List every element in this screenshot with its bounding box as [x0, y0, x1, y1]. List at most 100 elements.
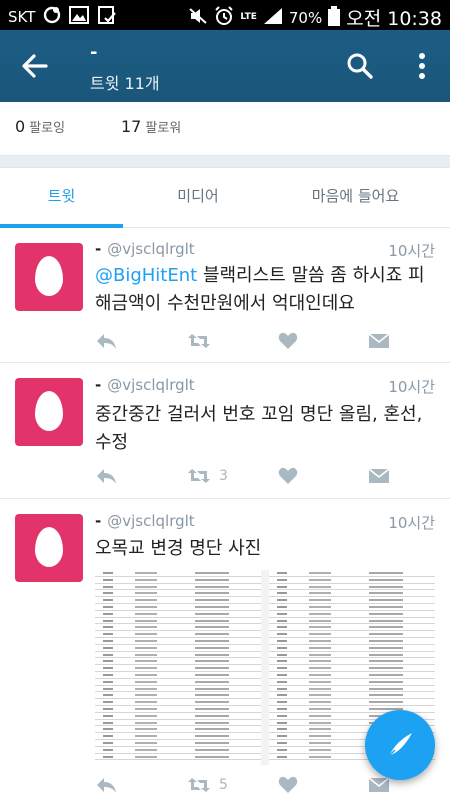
photo-row [269, 665, 435, 672]
display-name: - [95, 512, 102, 530]
handle: @vjsclqlrglt [107, 240, 195, 258]
handle: @vjsclqlrglt [107, 376, 195, 394]
tweet-item[interactable]: - @vjsclqlrglt 10시간 중간중간 걸러서 번호 꼬임 명단 올림,… [0, 363, 450, 499]
followers-value: 17 [121, 117, 142, 136]
lte-label: LTE [240, 12, 257, 22]
tweet-count: 트윗 11개 [90, 74, 160, 93]
photo-row [269, 686, 435, 693]
egg-avatar-icon [35, 256, 63, 296]
battery-icon [328, 5, 341, 30]
gallery-icon [69, 6, 90, 28]
retweet-icon [188, 334, 210, 348]
like-button[interactable] [278, 330, 306, 352]
photo-row [95, 686, 261, 693]
heart-icon [278, 332, 298, 349]
photo-row [269, 584, 435, 591]
photo-row [95, 584, 261, 591]
carrier-label: SKT [8, 8, 36, 26]
photo-row [95, 597, 261, 604]
photo-row [95, 577, 261, 584]
clock: 오전 10:38 [346, 8, 442, 30]
tab-media[interactable]: 미디어 [123, 168, 273, 228]
profile-tabs: 트윗 미디어 마음에 들어요 [0, 168, 450, 228]
retweet-button[interactable]: 5 [187, 774, 228, 796]
tab-tweets[interactable]: 트윗 [0, 168, 123, 228]
app-bar: - 트윗 11개 [0, 30, 450, 102]
photo-row [269, 631, 435, 638]
direct-message-icon[interactable] [368, 465, 390, 487]
retweet-count: 5 [219, 777, 228, 793]
egg-avatar-icon [35, 391, 63, 431]
like-button[interactable] [278, 774, 306, 796]
heart-icon [278, 776, 298, 793]
section-divider [0, 156, 450, 168]
back-arrow-icon[interactable] [20, 52, 50, 80]
photo-row [95, 570, 261, 577]
tweet-text: 오목교 변경 명단 사진 [95, 535, 440, 563]
photo-row [95, 611, 261, 618]
photo-row [269, 611, 435, 618]
photo-row [269, 638, 435, 645]
photo-row [95, 733, 261, 740]
photo-row [95, 672, 261, 679]
search-icon[interactable] [346, 52, 374, 80]
mention-link[interactable]: @BigHitEnt [95, 265, 197, 286]
retweet-icon [188, 469, 210, 483]
photo-row [95, 658, 261, 666]
more-vert-icon[interactable] [414, 52, 430, 80]
reply-icon[interactable] [95, 330, 117, 352]
compose-tweet-icon [388, 733, 412, 757]
photo-row [95, 740, 261, 747]
reply-icon[interactable] [95, 465, 117, 487]
tweet-body: 오목교 변경 명단 사진 [95, 538, 262, 559]
photo-row [95, 747, 261, 754]
retweet-button[interactable] [187, 330, 219, 352]
followers-label: 팔로워 [145, 121, 182, 136]
photo-row [95, 624, 261, 632]
photo-row [95, 665, 261, 672]
photo-row [95, 754, 261, 761]
photo-row [269, 604, 435, 611]
like-button[interactable] [278, 465, 306, 487]
photo-sheet-left [95, 570, 261, 765]
tweet-time: 10시간 [388, 378, 435, 396]
profile-title: - [90, 42, 98, 63]
avatar[interactable] [15, 378, 83, 446]
status-bar: SKT LTE 70% 오전 10:38 [0, 0, 450, 30]
photo-row [269, 597, 435, 604]
avatar[interactable] [15, 514, 83, 582]
tweet-item[interactable]: - @vjsclqlrglt 10시간 @BigHitEnt 블랙리스트 말씀 좀… [0, 228, 450, 363]
photo-row [95, 645, 261, 652]
photo-row [269, 645, 435, 652]
retweet-button[interactable]: 3 [187, 465, 228, 487]
photo-row [95, 618, 261, 625]
battery-percent: 70% [288, 8, 323, 27]
following-label: 팔로잉 [29, 121, 66, 136]
photo-row [95, 706, 261, 713]
photo-row [95, 720, 261, 727]
direct-message-icon[interactable] [368, 330, 390, 352]
photo-row [269, 672, 435, 679]
signal-icon [263, 7, 283, 29]
reply-icon[interactable] [95, 774, 117, 796]
photo-row [95, 590, 261, 598]
tweet-actions: 5 [95, 774, 395, 796]
photo-row [95, 631, 261, 638]
tab-likes[interactable]: 마음에 들어요 [273, 168, 438, 228]
avatar[interactable] [15, 243, 83, 311]
notification-icon [43, 6, 61, 28]
follow-counts: 0 팔로잉 17 팔로워 [0, 102, 450, 156]
followers-count[interactable]: 17 팔로워 [121, 117, 181, 136]
tweet-time: 10시간 [388, 242, 435, 260]
following-count[interactable]: 0 팔로잉 [15, 117, 65, 136]
display-name: - [95, 240, 102, 258]
alarm-icon [214, 5, 234, 30]
photo-row [269, 652, 435, 659]
photo-row [269, 658, 435, 666]
tweet-text: @BigHitEnt 블랙리스트 말씀 좀 하시죠 피해금액이 수천만원에서 억… [95, 262, 440, 318]
photo-row [95, 726, 261, 734]
heart-icon [278, 467, 298, 484]
compose-tweet-button[interactable] [365, 710, 435, 780]
retweet-count: 3 [219, 468, 228, 484]
photo-row [269, 624, 435, 632]
